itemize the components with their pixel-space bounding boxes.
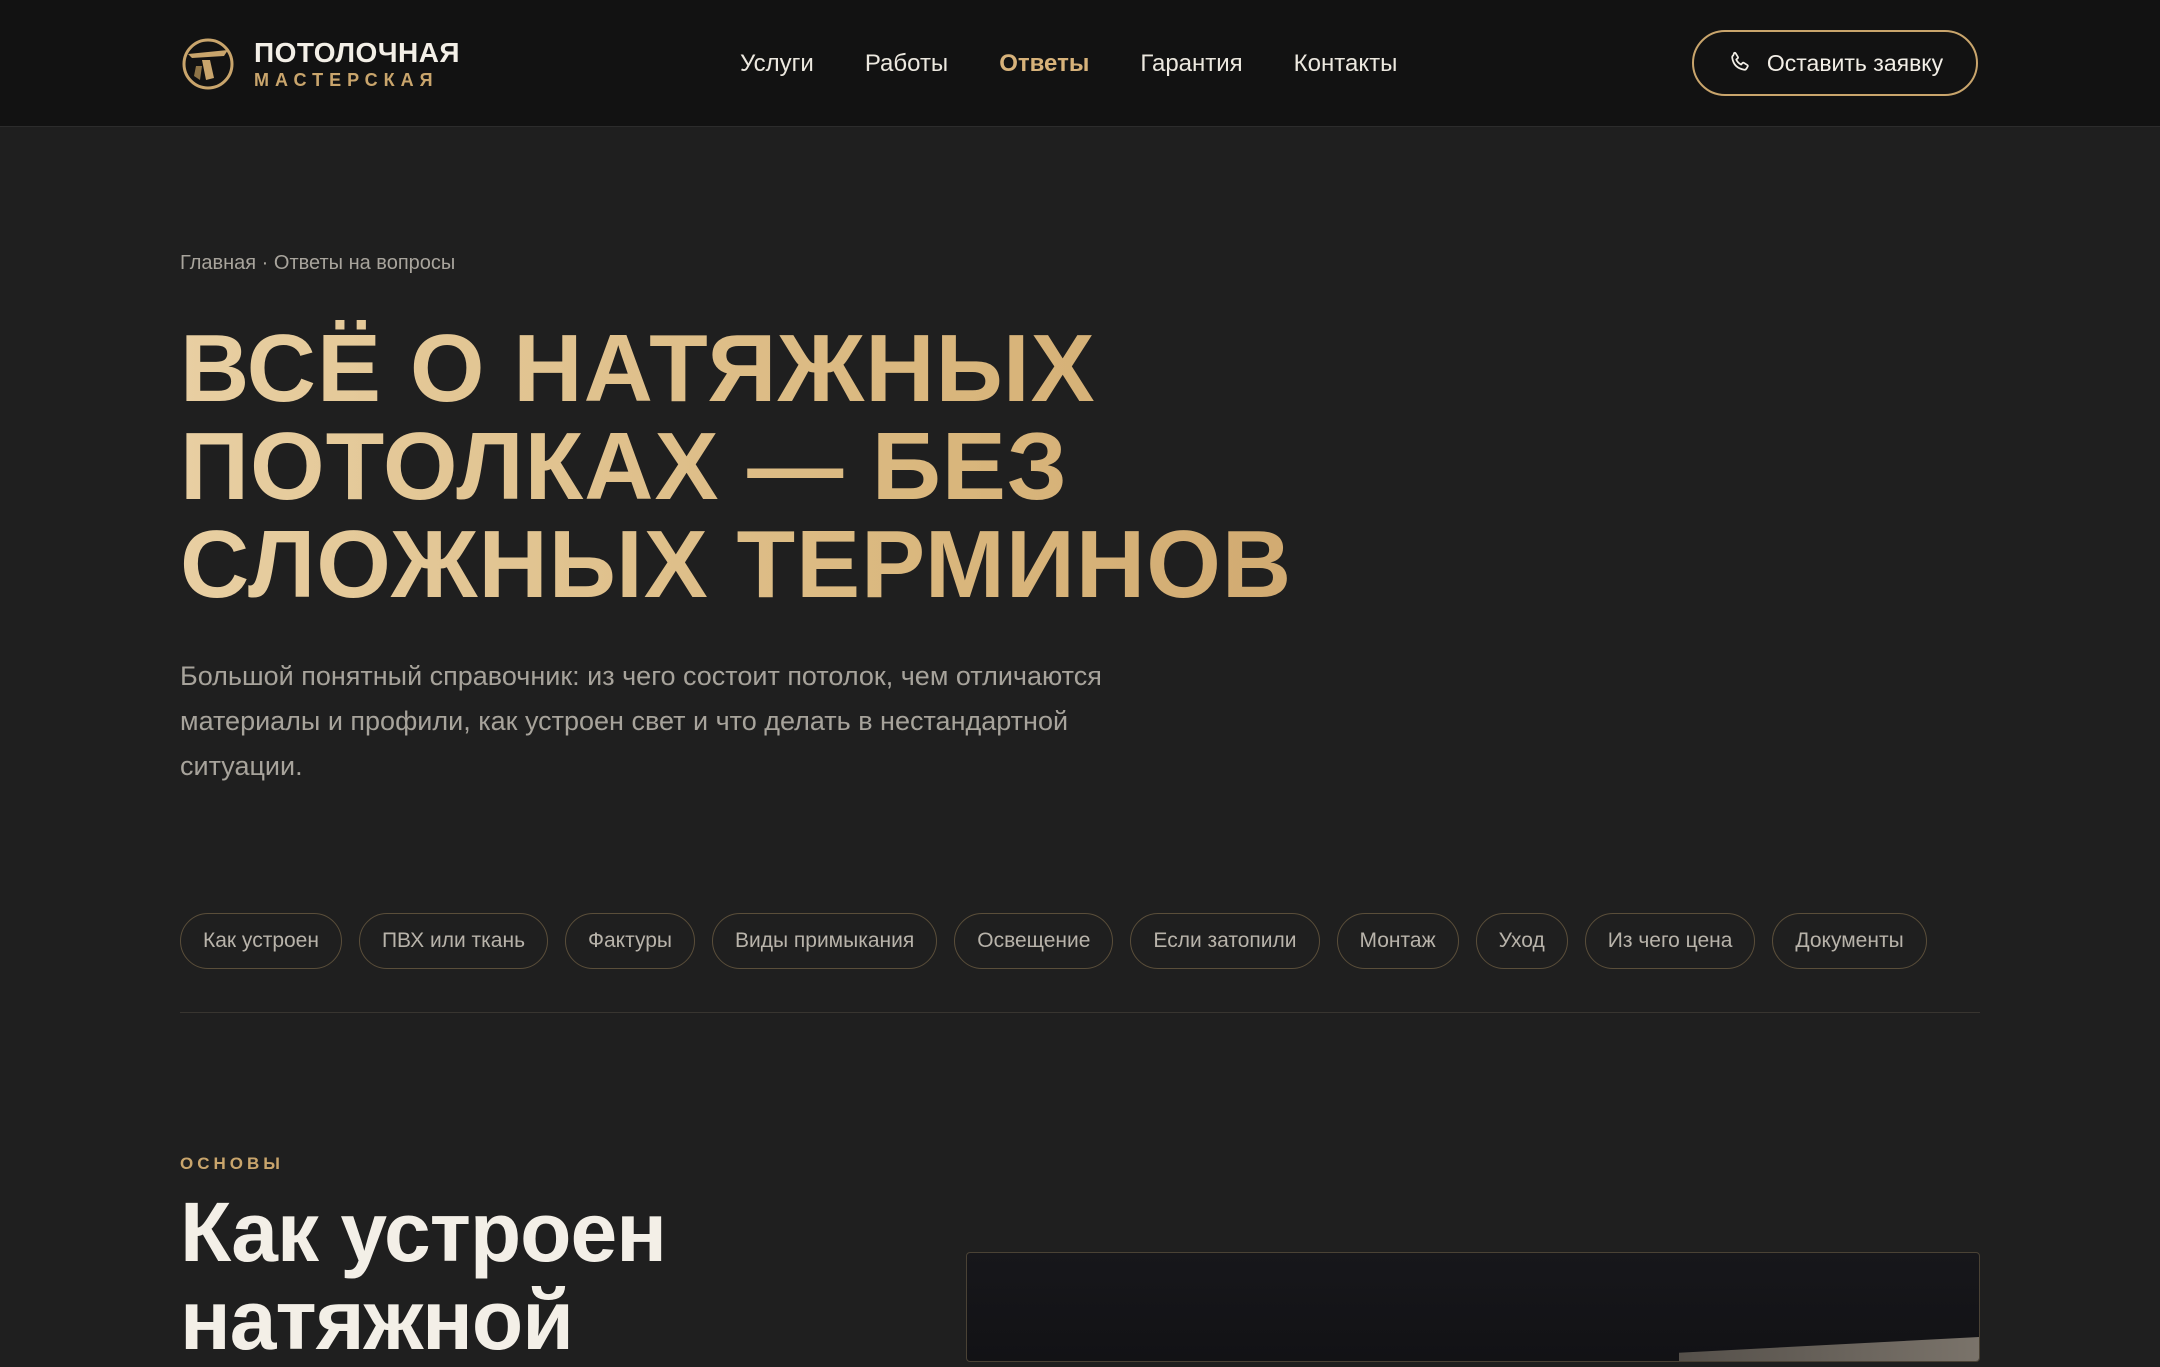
topic-chip-installation[interactable]: Монтаж <box>1336 913 1459 969</box>
brand-name-line2: МАСТЕРСКАЯ <box>254 70 439 90</box>
section-title-line: Как устроен <box>180 1185 667 1279</box>
main-nav: Услуги Работы Ответы Гарантия Контакты <box>740 44 1448 84</box>
section-eyebrow: ОСНОВЫ <box>180 1154 284 1173</box>
nav-item-works[interactable]: Работы <box>865 44 948 84</box>
topic-chip-flooding[interactable]: Если затопили <box>1130 913 1320 969</box>
section-image <box>966 1252 1980 1362</box>
topic-chip-pricing[interactable]: Из чего цена <box>1584 913 1756 969</box>
ceiling-logo-icon <box>182 38 234 90</box>
request-callback-label: Оставить заявку <box>1766 49 1944 76</box>
section-divider <box>180 1012 1980 1013</box>
section-title: Как устроен натяжной <box>180 1188 880 1364</box>
topic-chip-care[interactable]: Уход <box>1475 913 1568 969</box>
section-title-line: натяжной <box>180 1273 574 1367</box>
topic-chip-junction-types[interactable]: Виды примыкания <box>711 913 938 969</box>
request-callback-button[interactable]: Оставить заявку <box>1692 30 1978 96</box>
nav-item-services[interactable]: Услуги <box>740 44 814 84</box>
nav-item-warranty[interactable]: Гарантия <box>1140 44 1242 84</box>
topic-chip-how-it-works[interactable]: Как устроен <box>180 913 342 969</box>
page-title-line: СЛОЖНЫХ ТЕРМИНОВ <box>180 511 1293 618</box>
topic-chips: Как устроен ПВХ или ткань Фактуры Виды п… <box>180 913 1944 969</box>
topic-chip-pvc-or-fabric[interactable]: ПВХ или ткань <box>358 913 549 969</box>
hero-lead-text: Большой понятный справочник: из чего сос… <box>180 661 1102 781</box>
page-title-line: ВСЁ О НАТЯЖНЫХ <box>180 315 1096 422</box>
brand-logo[interactable]: ПОТОЛОЧНАЯ МАСТЕРСКАЯ <box>180 36 460 92</box>
breadcrumb-home[interactable]: Главная <box>180 252 256 274</box>
phone-icon <box>1731 51 1749 71</box>
brand-name: ПОТОЛОЧНАЯ МАСТЕРСКАЯ <box>254 37 461 90</box>
brand-name-line1: ПОТОЛОЧНАЯ <box>254 37 461 68</box>
breadcrumb-separator: · <box>256 252 274 274</box>
topic-chip-lighting[interactable]: Освещение <box>954 913 1114 969</box>
page-title: ВСЁ О НАТЯЖНЫХ ПОТОЛКАХ — БЕЗ СЛОЖНЫХ ТЕ… <box>180 320 1480 614</box>
nav-item-contacts[interactable]: Контакты <box>1294 44 1398 84</box>
nav-item-answers[interactable]: Ответы <box>999 44 1089 84</box>
topic-chip-textures[interactable]: Фактуры <box>565 913 695 969</box>
breadcrumb: Главная · Ответы на вопросы <box>180 252 455 275</box>
topic-chip-documents[interactable]: Документы <box>1772 913 1927 969</box>
site-header: ПОТОЛОЧНАЯ МАСТЕРСКАЯ Услуги Работы Отве… <box>0 0 2160 127</box>
breadcrumb-current: Ответы на вопросы <box>273 252 456 274</box>
page-title-line: ПОТОЛКАХ — БЕЗ <box>180 413 1069 520</box>
